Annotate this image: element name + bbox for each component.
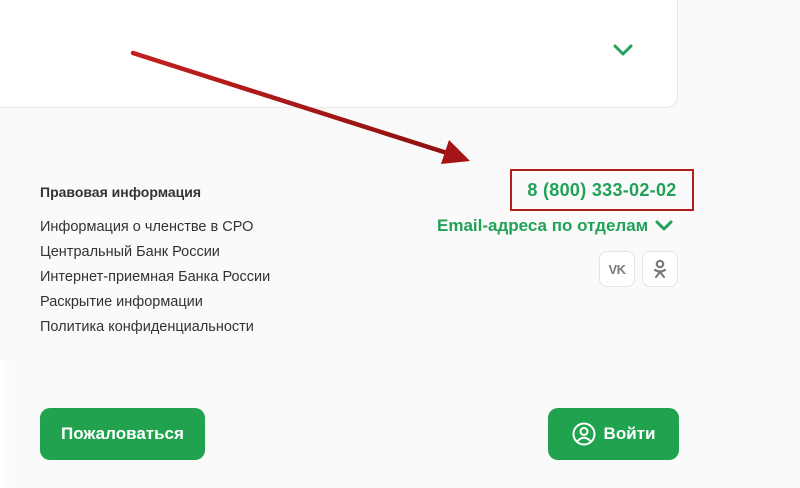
login-button-label: Войти (603, 424, 656, 443)
odnoklassniki-icon (653, 259, 667, 279)
link-central-bank[interactable]: Центральный Банк России (40, 243, 270, 268)
complain-button[interactable]: Пожаловаться (40, 408, 205, 460)
login-button[interactable]: Войти (548, 408, 679, 460)
link-bank-reception[interactable]: Интернет-приемная Банка России (40, 268, 270, 293)
legal-info-heading: Правовая информация (40, 184, 202, 200)
link-privacy-policy[interactable]: Политика конфиденциальности (40, 318, 270, 343)
phone-link[interactable]: 8 (800) 333-02-02 (527, 180, 676, 201)
legal-links-list: Информация о членстве в СРО Центральный … (40, 218, 270, 343)
edge-artifact (0, 360, 12, 488)
chevron-down-icon (655, 220, 673, 231)
phone-highlight-box: 8 (800) 333-02-02 (510, 169, 694, 211)
email-dropdown-label: Email-адреса по отделам (437, 216, 649, 235)
chevron-down-icon[interactable] (612, 42, 634, 60)
link-disclosure[interactable]: Раскрытие информации (40, 293, 270, 318)
ok-button[interactable] (642, 251, 678, 287)
user-circle-icon (572, 422, 596, 446)
email-dropdown[interactable]: Email-адреса по отделам (437, 216, 674, 236)
link-sro-membership[interactable]: Информация о членстве в СРО (40, 218, 270, 243)
vk-button[interactable]: VK (599, 251, 635, 287)
faq-card (0, 0, 678, 108)
vk-icon: VK (608, 261, 626, 277)
